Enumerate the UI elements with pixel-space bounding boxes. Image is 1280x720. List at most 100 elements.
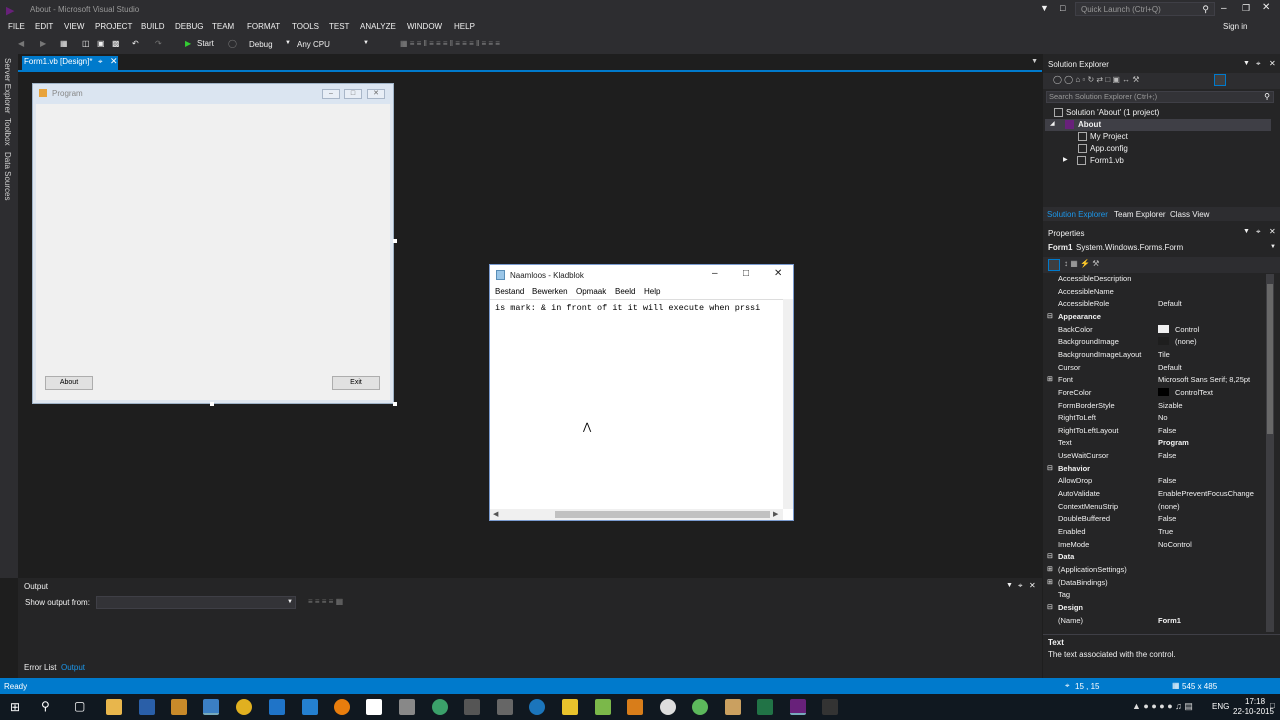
app-tank2-icon[interactable]	[497, 699, 513, 715]
menu-help[interactable]: HELP	[454, 22, 475, 31]
tree-project[interactable]: About	[1078, 120, 1101, 129]
collapse-arrow-icon[interactable]: ▶	[1063, 156, 1068, 163]
chevron-down-icon[interactable]: ▼	[1006, 582, 1013, 589]
property-row[interactable]: BackColor Control	[1043, 324, 1265, 338]
chevron-down-icon[interactable]: ▼	[1031, 58, 1038, 65]
pin-icon[interactable]: ⌖	[1256, 59, 1261, 69]
categorized-icon[interactable]	[1048, 259, 1060, 271]
app-circle-icon[interactable]	[660, 699, 676, 715]
notepad-icon[interactable]	[366, 699, 382, 715]
tree-solution[interactable]: Solution 'About' (1 project)	[1066, 108, 1159, 117]
property-value[interactable]: Control	[1158, 324, 1199, 334]
settings-icon[interactable]	[399, 699, 415, 715]
new-project-icon[interactable]: ▦	[60, 39, 68, 51]
property-row[interactable]: AccessibleRole Default	[1043, 299, 1265, 312]
tab-class-view[interactable]: Class View	[1170, 210, 1209, 219]
menu-edit[interactable]: EDIT	[35, 22, 53, 31]
language-indicator[interactable]: ENG	[1212, 702, 1229, 711]
notepad-hscrollbar[interactable]: ◀ ▶	[490, 509, 783, 520]
close-icon[interactable]: ✕	[1269, 59, 1276, 68]
output-toolbar-icons[interactable]: ≡ ≡ ≡ ≡ ▦	[308, 597, 343, 606]
open-icon[interactable]: ◫	[82, 39, 90, 51]
property-row[interactable]: Enabled True	[1043, 527, 1265, 540]
property-value[interactable]: True	[1158, 527, 1173, 536]
property-grid-scrollbar[interactable]	[1266, 274, 1274, 632]
windows-start-icon[interactable]: ⊞	[10, 700, 20, 714]
tree-app-config[interactable]: App.config	[1090, 144, 1128, 153]
property-value[interactable]: (none)	[1158, 337, 1197, 346]
expand-icon[interactable]: ⊞	[1047, 565, 1053, 573]
app-icon[interactable]	[171, 699, 187, 715]
property-value[interactable]: EnablePreventFocusChange	[1158, 489, 1254, 498]
tree-my-project[interactable]: My Project	[1090, 132, 1128, 141]
notepad-menu-bewerken[interactable]: Bewerken	[532, 287, 568, 296]
menu-view[interactable]: VIEW	[64, 22, 84, 31]
notepad-close-button[interactable]: ✕	[774, 268, 782, 279]
property-value[interactable]: Program	[1158, 438, 1189, 447]
tab-toolbox[interactable]: Toolbox	[3, 118, 12, 146]
property-value[interactable]: False	[1158, 476, 1176, 485]
start-icon[interactable]: ▶	[185, 39, 191, 51]
property-value[interactable]: False	[1158, 451, 1176, 460]
app-tank-icon[interactable]	[464, 699, 480, 715]
menu-analyze[interactable]: ANALYZE	[360, 22, 396, 31]
property-value[interactable]: Microsoft Sans Serif; 8,25pt	[1158, 375, 1250, 384]
search-icon[interactable]: ⚲	[41, 699, 50, 713]
property-row[interactable]: RightToLeftLayout False	[1043, 426, 1265, 439]
property-value[interactable]: (none)	[1158, 502, 1180, 511]
collapse-icon[interactable]: ⊟	[1047, 603, 1053, 611]
menu-format[interactable]: FORMAT	[247, 22, 280, 31]
close-button[interactable]: ✕	[1262, 2, 1270, 13]
tray-icons[interactable]: ▲ ● ● ● ● ♫ ▤	[1132, 701, 1193, 712]
expand-icon[interactable]: ⊞	[1047, 578, 1053, 586]
notepad-maximize-button[interactable]: □	[743, 268, 749, 279]
prop-toolbar-icons[interactable]: ↕ ▦ ⚡ ⚒	[1064, 259, 1099, 268]
clock-time[interactable]: 17:18	[1245, 697, 1265, 706]
collapse-icon[interactable]: ⊟	[1047, 464, 1053, 472]
forward-icon[interactable]: ▶	[40, 39, 46, 51]
resize-handle-bottom[interactable]	[210, 402, 214, 406]
exit-button[interactable]: Exit	[332, 376, 380, 390]
property-category[interactable]: ⊟ Data	[1043, 552, 1265, 565]
app-green2-icon[interactable]	[692, 699, 708, 715]
notepad-menu-opmaak[interactable]: Opmaak	[576, 287, 606, 296]
property-row[interactable]: ⊞ (DataBindings)	[1043, 578, 1265, 591]
layout-icons[interactable]: ▦ ≡ ≡ ‖ ≡ ≡ ≡ ‖ ≡ ≡ ≡ ‖ ≡ ≡ ≡	[400, 39, 500, 51]
app-box-icon[interactable]	[725, 699, 741, 715]
property-row[interactable]: ImeMode NoControl	[1043, 540, 1265, 553]
tab-data-sources[interactable]: Data Sources	[3, 152, 12, 200]
property-row[interactable]: ⊞ (ApplicationSettings)	[1043, 565, 1265, 578]
edge-icon[interactable]	[269, 699, 285, 715]
tree-form1[interactable]: Form1.vb	[1090, 156, 1124, 165]
close-icon[interactable]: ✕	[1269, 227, 1276, 236]
property-value[interactable]: Form1	[1158, 616, 1181, 625]
output-source-dropdown[interactable]: ▼	[96, 596, 296, 609]
se-active-icon[interactable]	[1214, 74, 1226, 86]
notification-icon[interactable]: □	[1270, 701, 1275, 710]
notepad-menu-bestand[interactable]: Bestand	[495, 287, 524, 296]
property-value[interactable]: No	[1158, 413, 1168, 422]
menu-team[interactable]: TEAM	[212, 22, 234, 31]
menu-project[interactable]: PROJECT	[95, 22, 132, 31]
scroll-thumb[interactable]	[555, 511, 770, 518]
clock-date[interactable]: 22-10-2015	[1233, 707, 1274, 716]
quick-launch-input[interactable]: Quick Launch (Ctrl+Q) ⚲	[1075, 2, 1215, 16]
property-value[interactable]: Sizable	[1158, 401, 1183, 410]
app-yellow-icon[interactable]	[562, 699, 578, 715]
minimize-button[interactable]: –	[1221, 3, 1227, 14]
tab-output[interactable]: Output	[61, 663, 85, 672]
property-row[interactable]: (Name) Form1	[1043, 616, 1265, 629]
property-row[interactable]: BackgroundImageLayout Tile	[1043, 350, 1265, 363]
menu-build[interactable]: BUILD	[141, 22, 165, 31]
property-row[interactable]: RightToLeft No	[1043, 413, 1265, 426]
save-all-icon[interactable]: ▩	[112, 39, 120, 51]
pin-icon[interactable]: ⌖	[1018, 581, 1023, 591]
property-row[interactable]: AllowDrop False	[1043, 476, 1265, 489]
tab-solution-explorer[interactable]: Solution Explorer	[1047, 210, 1108, 219]
task-view-icon[interactable]: ▢	[74, 699, 85, 713]
designer-form[interactable]: Program – □ ✕ About Exit	[32, 83, 397, 406]
notepad-vscrollbar[interactable]	[783, 299, 793, 509]
platform-dropdown[interactable]: Any CPU ▼	[297, 39, 369, 51]
notepad-minimize-button[interactable]: –	[712, 268, 718, 279]
property-row[interactable]: AccessibleDescription	[1043, 274, 1265, 287]
